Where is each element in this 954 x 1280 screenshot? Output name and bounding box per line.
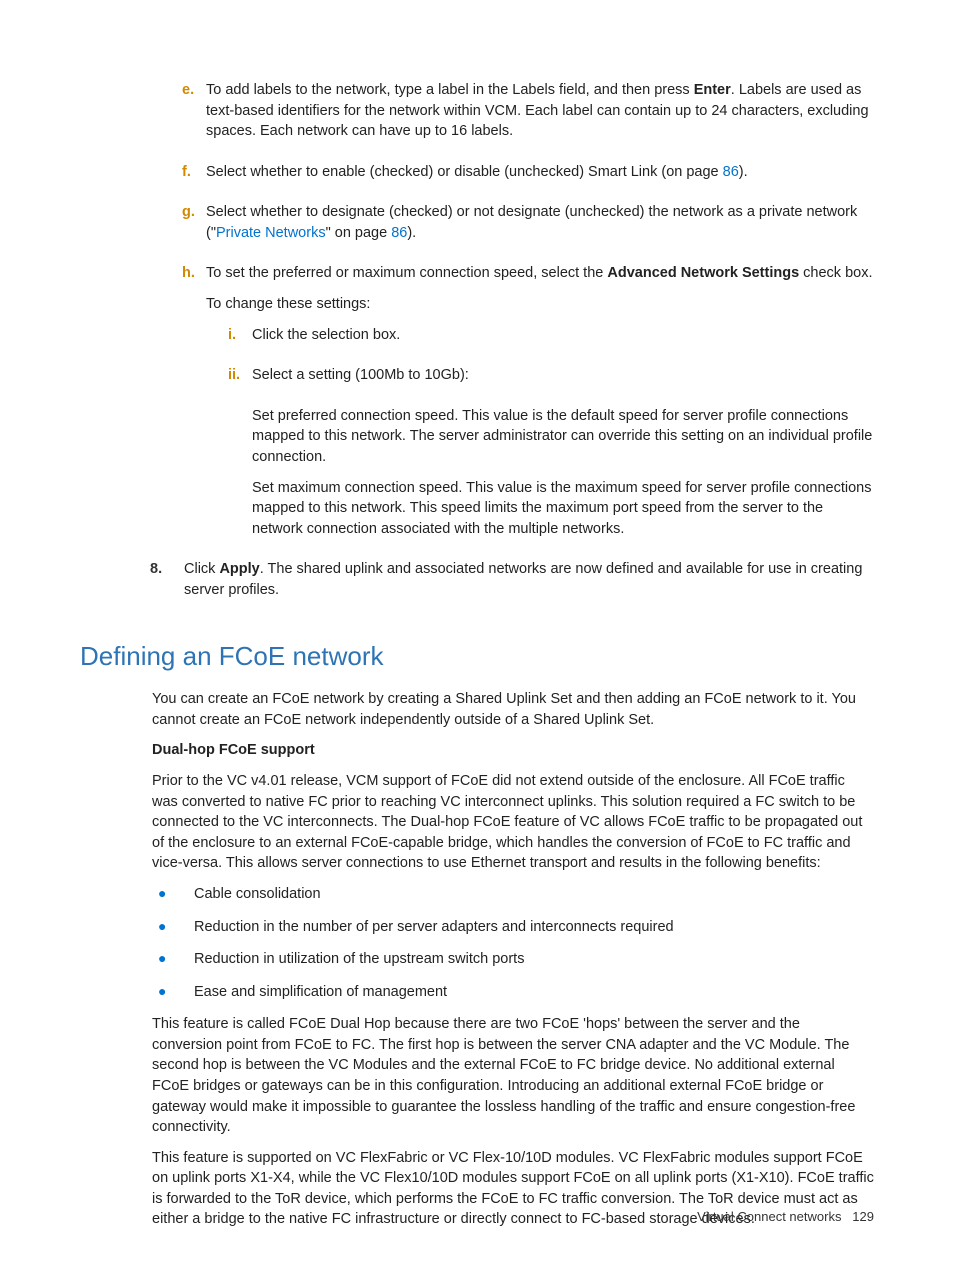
text: Select a setting (100Mb to 10Gb): [252,365,874,386]
text: ). [739,164,748,180]
step-e: e. To add labels to the network, type a … [182,80,874,152]
step-8: 8. Click Apply. The shared uplink and as… [150,559,874,610]
paragraph: You can create an FCoE network by creati… [152,689,874,730]
text: Click [184,561,219,577]
page: e. To add labels to the network, type a … [0,0,954,1280]
bold-word: Enter [694,82,731,98]
bullet-icon: ● [152,949,194,970]
step-h: h. To set the preferred or maximum conne… [182,263,874,549]
footer-section: Virtual Connect networks [697,1209,841,1224]
step-marker: f. [182,162,206,193]
section-heading: Defining an FCoE network [80,638,874,675]
bold-word: Advanced Network Settings [607,265,799,281]
bold-word: Apply [219,561,259,577]
section-body: You can create an FCoE network by creati… [152,689,874,1230]
step-marker: g. [182,202,206,253]
bullet-text: Reduction in utilization of the upstream… [194,949,874,970]
text: To set the preferred or maximum connecti… [206,265,607,281]
step-marker: i. [228,325,252,356]
step-h-i: i. Click the selection box. [228,325,874,356]
step-marker: e. [182,80,206,152]
sub-step-list: e. To add labels to the network, type a … [182,80,874,549]
sub-heading: Dual-hop FCoE support [152,740,874,761]
step-content: To add labels to the network, type a lab… [206,80,874,152]
text: To add labels to the network, type a lab… [206,82,694,98]
page-link[interactable]: 86 [723,164,739,180]
sub-intro: To change these settings: [206,294,874,315]
bullet-icon: ● [152,884,194,905]
list-item: ● Reduction in utilization of the upstre… [152,949,874,970]
text: Click the selection box. [252,325,874,346]
text: . The shared uplink and associated netwo… [184,561,862,598]
text: Select whether to enable (checked) or di… [206,164,723,180]
footer-page-number: 129 [852,1209,874,1224]
step-f: f. Select whether to enable (checked) or… [182,162,874,193]
list-item: ● Ease and simplification of management [152,982,874,1003]
paragraph: Set preferred connection speed. This val… [252,406,874,468]
step-content: Click Apply. The shared uplink and assoc… [184,559,874,610]
bullet-icon: ● [152,917,194,938]
step-h-ii: ii. Select a setting (100Mb to 10Gb): [228,365,874,396]
bullet-list: ● Cable consolidation ● Reduction in the… [152,884,874,1002]
page-link[interactable]: 86 [391,225,407,241]
paragraph: This feature is called FCoE Dual Hop bec… [152,1014,874,1137]
bullet-text: Cable consolidation [194,884,874,905]
step-content: Select whether to enable (checked) or di… [206,162,874,193]
bullet-text: Ease and simplification of management [194,982,874,1003]
text: ). [407,225,416,241]
topic-link[interactable]: Private Networks [216,225,326,241]
text: " on page [326,225,392,241]
step-8-container: 8. Click Apply. The shared uplink and as… [150,559,874,610]
step-marker: 8. [150,559,174,610]
step-content: Select whether to designate (checked) or… [206,202,874,253]
paragraph: Prior to the VC v4.01 release, VCM suppo… [152,771,874,874]
step-marker: ii. [228,365,252,396]
step-content: To set the preferred or maximum connecti… [206,263,874,549]
list-item: ● Reduction in the number of per server … [152,917,874,938]
step-marker: h. [182,263,206,549]
text: check box. [799,265,872,281]
bullet-icon: ● [152,982,194,1003]
sub-sub-list: i. Click the selection box. ii. Select a… [228,325,874,540]
step-g: g. Select whether to designate (checked)… [182,202,874,253]
list-item: ● Cable consolidation [152,884,874,905]
bullet-text: Reduction in the number of per server ad… [194,917,874,938]
page-footer: Virtual Connect networks 129 [697,1208,874,1226]
paragraph: Set maximum connection speed. This value… [252,478,874,540]
